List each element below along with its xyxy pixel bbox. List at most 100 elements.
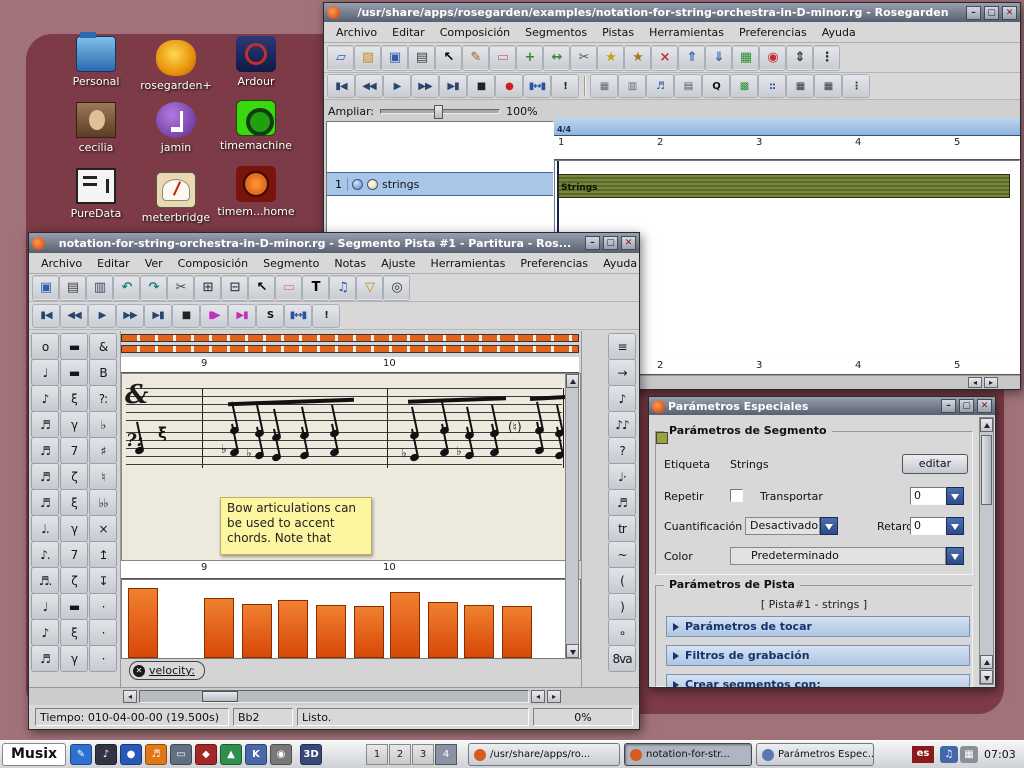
desktop-icon-cecilia[interactable]: cecilia [54, 102, 138, 154]
add-tracks-icon[interactable]: ★ [625, 46, 650, 70]
launcher-k-app-icon[interactable]: K [245, 744, 267, 765]
draw-tool-icon[interactable]: ✎ [463, 46, 488, 70]
annotation-note[interactable]: Bow articulations can be used to accent … [220, 497, 372, 555]
ornament-symbol-button[interactable]: ( [609, 568, 635, 593]
launcher-mixer-icon[interactable]: ▲ [220, 744, 242, 765]
velocity-bar[interactable] [316, 605, 346, 658]
rest-symbol-button[interactable]: γ [61, 412, 87, 437]
minimize-icon[interactable]: – [966, 6, 981, 20]
accidental-symbol-button[interactable]: · [90, 620, 116, 645]
filter-icon[interactable]: ▽ [357, 276, 382, 300]
scroll-right-icon[interactable]: ▸ [547, 690, 561, 703]
duration-symbol-button[interactable]: ♩. [32, 516, 58, 541]
rest-symbol-button[interactable]: γ [61, 646, 87, 671]
launcher-globe-icon[interactable]: ● [120, 744, 142, 765]
play-button[interactable]: ▶ [89, 305, 115, 327]
params-scrollbar[interactable] [979, 417, 994, 685]
main-titlebar[interactable]: /usr/share/apps/rosegarden/examples/nota… [324, 3, 1020, 22]
rewind-to-start-button[interactable]: ▮◀ [328, 75, 354, 97]
task-notation-editor[interactable]: notation-for-str... [624, 743, 752, 766]
duration-symbol-button[interactable]: ♬ [32, 646, 58, 671]
scroll-left-icon[interactable]: ◂ [968, 377, 982, 388]
section-play-parameters[interactable]: Parámetros de tocar [666, 616, 970, 637]
track-mute-led-icon[interactable] [352, 179, 363, 190]
duration-symbol-button[interactable]: ♬ [32, 412, 58, 437]
desktop-icon-timemachine[interactable]: timemachine [214, 100, 298, 152]
fast-forward-to-end-button[interactable]: ▶▮ [145, 305, 171, 327]
track-name[interactable]: strings [382, 178, 419, 191]
duration-symbol-button[interactable]: ♪ [32, 386, 58, 411]
fast-forward-button[interactable]: ▶▶ [117, 305, 143, 327]
rest-symbol-button[interactable]: ζ [61, 464, 87, 489]
editor-overflow-icon[interactable]: ⋮ [843, 75, 869, 97]
menu-item[interactable]: Editar [90, 255, 137, 272]
menu-item[interactable]: Preferencias [732, 24, 814, 41]
transpose-spin-down-icon[interactable] [946, 487, 964, 505]
loop-button[interactable]: ▮↔▮ [285, 305, 311, 327]
play-button[interactable]: ▶ [384, 75, 410, 97]
scroll-left-icon[interactable]: ◂ [531, 690, 545, 703]
record-arm-icon[interactable]: ◉ [760, 46, 785, 70]
pager-cell[interactable]: 1 [366, 744, 388, 765]
notation-titlebar[interactable]: notation-for-string-orchestra-in-D-minor… [29, 233, 639, 253]
menu-item[interactable]: Ayuda [815, 24, 863, 41]
duration-symbol-button[interactable]: ♬ [32, 438, 58, 463]
fast-forward-to-end-button[interactable]: ▶▮ [440, 75, 466, 97]
rest-symbol-button[interactable]: ξ [61, 620, 87, 645]
kmenu-button[interactable]: Musix [2, 743, 66, 766]
task-special-parameters[interactable]: Parámetros Espec... [756, 743, 874, 766]
menu-item[interactable]: Editar [385, 24, 432, 41]
menu-item[interactable]: Composición [433, 24, 517, 41]
solo-button[interactable]: S [257, 305, 283, 327]
menu-item[interactable]: Pistas [595, 24, 641, 41]
velocity-bar[interactable] [278, 600, 308, 658]
minimize-icon[interactable]: – [941, 399, 956, 413]
duration-symbol-button[interactable]: ♩ [32, 594, 58, 619]
delay-spin-down-icon[interactable] [946, 517, 964, 535]
desktop-icon-jamin[interactable]: jamin [134, 102, 218, 154]
velocity-ruler-chip[interactable]: ✕ velocity: [129, 661, 205, 680]
accidental-symbol-button[interactable]: ♮ [90, 464, 116, 489]
duration-symbol-button[interactable]: ♬. [32, 568, 58, 593]
edit-button[interactable]: editar [902, 454, 968, 474]
menu-item[interactable]: Ver [138, 255, 170, 272]
magnifier-icon[interactable]: ◎ [384, 276, 409, 300]
menu-item[interactable]: Segmentos [518, 24, 594, 41]
scroll-up-icon[interactable] [980, 655, 993, 669]
move-tool-icon[interactable]: + [517, 46, 542, 70]
panic-button[interactable]: ! [552, 75, 578, 97]
loop-end-button[interactable]: ▶▮ [229, 305, 255, 327]
pager-cell[interactable]: 4 [435, 744, 457, 765]
duration-symbol-button[interactable]: ♬ [32, 464, 58, 489]
scroll-down-icon[interactable] [566, 644, 579, 658]
velocity-bar[interactable] [204, 598, 234, 658]
fast-forward-button[interactable]: ▶▶ [412, 75, 438, 97]
ornament-symbol-button[interactable]: ♪ [609, 386, 635, 411]
timeline-band[interactable]: 4/4 [554, 118, 1020, 136]
score-vertical-scrollbar[interactable] [565, 373, 579, 659]
erase-tool-icon[interactable]: ▭ [490, 46, 515, 70]
midi-mixer-icon[interactable]: ▦ [815, 75, 841, 97]
velocity-bar[interactable] [464, 605, 494, 658]
delay-spinbox[interactable]: 0 [910, 517, 946, 535]
tray-klipper-icon[interactable]: ▦ [960, 746, 978, 763]
accidental-symbol-button[interactable]: ?: [90, 386, 116, 411]
menu-item[interactable]: Archivo [34, 255, 89, 272]
maximize-icon[interactable]: ▢ [984, 6, 999, 20]
scroll-up-icon[interactable] [566, 374, 579, 388]
desktop-icon-rosegarden[interactable]: rosegarden+ [134, 40, 218, 92]
quarter-rest-icon[interactable]: ξ [158, 424, 167, 442]
tray-audio-icon[interactable]: ♫ [940, 746, 958, 763]
move-track-up-icon[interactable]: ⇑ [679, 46, 704, 70]
notation-top-ruler[interactable]: 910 [121, 357, 579, 373]
markers-icon[interactable]: :: [759, 75, 785, 97]
rewind-button[interactable]: ◀◀ [356, 75, 382, 97]
ornament-symbol-button[interactable]: ) [609, 594, 635, 619]
quantize-icon[interactable]: Q [703, 75, 729, 97]
accidental-symbol-button[interactable]: · [90, 646, 116, 671]
accidental-symbol-button[interactable]: ♭ [90, 412, 116, 437]
menu-item[interactable]: Preferencias [513, 255, 595, 272]
ornament-symbol-button[interactable]: ♬ [609, 490, 635, 515]
velocity-bar[interactable] [390, 592, 420, 658]
accidental-symbol-button[interactable]: · [90, 594, 116, 619]
